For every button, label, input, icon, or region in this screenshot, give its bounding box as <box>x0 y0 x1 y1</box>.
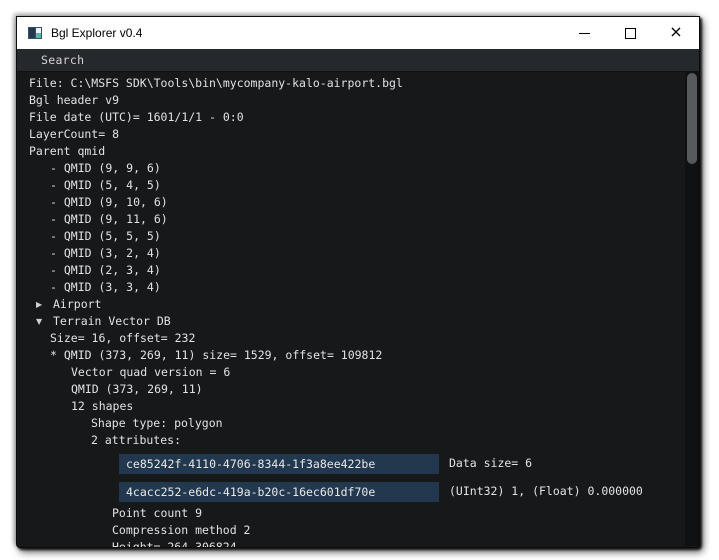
close-button[interactable]: × <box>653 17 699 49</box>
desktop: { "window": { "title": "Bgl Explorer v0.… <box>0 0 719 560</box>
window-controls: × <box>561 17 699 49</box>
tree-line: - QMID (3, 3, 4) <box>50 280 161 294</box>
tree-toggle-row[interactable]: ▶ Airport <box>17 296 699 313</box>
tree-line: Compression method 2 <box>112 523 251 537</box>
tree-line: - QMID (9, 10, 6) <box>50 195 168 209</box>
collapse-triangle-icon[interactable]: ▼ <box>36 313 53 330</box>
scrollbar-thumb[interactable] <box>687 73 697 164</box>
tree-line: Size= 16, offset= 232 <box>50 331 196 345</box>
window-title: Bgl Explorer v0.4 <box>51 26 143 40</box>
tree-line: Shape type: polygon <box>91 416 223 430</box>
vertical-scrollbar[interactable] <box>685 72 699 546</box>
tree-line: - QMID (9, 9, 6) <box>50 161 161 175</box>
attribute-guid-row: ce85242f-4110-4706-8344-1f3a8ee422be Data… <box>17 449 699 477</box>
app-window: Bgl Explorer v0.4 × Search File: C:\MSFS… <box>16 16 700 548</box>
tree-line: Parent qmid <box>29 144 106 158</box>
minimize-icon <box>578 32 590 34</box>
menu-bar: Search <box>17 49 699 72</box>
menu-item-search[interactable]: Search <box>41 53 84 67</box>
tree-line: Height= 264.306824 <box>112 540 237 547</box>
tree-line: 2 attributes: <box>91 433 182 447</box>
tree-line: Point count 9 <box>112 506 203 520</box>
tree-content: File: C:\MSFS SDK\Tools\bin\mycompany-ka… <box>17 72 699 547</box>
tree-line: 12 shapes <box>71 399 134 413</box>
close-icon: × <box>669 22 683 41</box>
tree-line: * QMID (373, 269, 11) size= 1529, offset… <box>50 348 383 362</box>
minimize-button[interactable] <box>561 17 607 49</box>
tree-line: QMID (373, 269, 11) <box>71 382 203 396</box>
expand-triangle-icon[interactable]: ▶ <box>36 296 53 313</box>
guid-value[interactable]: ce85242f-4110-4706-8344-1f3a8ee422be <box>119 453 439 474</box>
tree-line: Vector quad version = 6 <box>71 365 231 379</box>
tree-line: - QMID (5, 4, 5) <box>50 178 161 192</box>
attribute-value: (UInt32) 1, (Float) 0.000000 <box>449 484 643 498</box>
tree-line: File: C:\MSFS SDK\Tools\bin\mycompany-ka… <box>29 76 403 90</box>
tree-toggle-row[interactable]: ▼ Terrain Vector DB <box>17 313 699 330</box>
tree-line: - QMID (3, 2, 4) <box>50 246 161 260</box>
tree-line: - QMID (9, 11, 6) <box>50 212 168 226</box>
tree-line: - QMID (2, 3, 4) <box>50 263 161 277</box>
tree-line: Bgl header v9 <box>29 93 120 107</box>
tree-line: File date (UTC)= 1601/1/1 - 0:0 <box>29 110 244 124</box>
app-icon <box>28 27 42 39</box>
tree-line: - QMID (5, 5, 5) <box>50 229 161 243</box>
attribute-value: Data size= 6 <box>449 456 533 470</box>
tree-node-label: Airport <box>53 297 102 311</box>
attribute-guid-row: 4cacc252-e6dc-419a-b20c-16ec601df70e (UIn… <box>17 477 699 505</box>
maximize-button[interactable] <box>607 17 653 49</box>
tree-line: LayerCount= 8 <box>29 127 120 141</box>
title-bar[interactable]: Bgl Explorer v0.4 × <box>17 17 699 49</box>
guid-value[interactable]: 4cacc252-e6dc-419a-b20c-16ec601df70e <box>119 481 439 502</box>
tree-node-label: Terrain Vector DB <box>53 314 171 328</box>
maximize-icon <box>624 27 636 39</box>
